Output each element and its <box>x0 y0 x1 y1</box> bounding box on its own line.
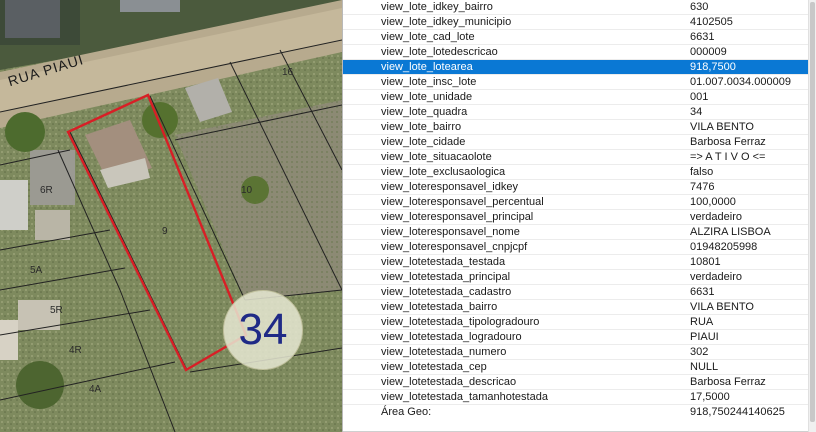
attribute-value: 7476 <box>652 179 809 195</box>
attribute-row[interactable]: view_lotetestada_logradouro PIAUI <box>343 329 809 345</box>
attribute-value: 10801 <box>652 254 809 270</box>
attribute-row[interactable]: view_lotetestada_testada 10801 <box>343 254 809 270</box>
attribute-value: 4102505 <box>652 14 809 30</box>
attribute-key: Área Geo: <box>381 406 432 418</box>
attribute-row[interactable]: view_lotetestada_cadastro 6631 <box>343 284 809 300</box>
attribute-value: 17,5000 <box>652 389 809 405</box>
attribute-row[interactable]: view_lote_cad_lote 6631 <box>343 29 809 45</box>
attribute-value: verdadeiro <box>652 269 809 285</box>
attribute-row[interactable]: view_lote_insc_lote 01.007.0034.000009 <box>343 74 809 90</box>
attribute-row[interactable]: view_lote_lotearea 918,7500 <box>343 59 809 75</box>
attribute-value: 34 <box>652 104 809 120</box>
attribute-value: VILA BENTO <box>652 119 809 135</box>
attribute-row[interactable]: view_loteresponsavel_nome ALZIRA LISBOA <box>343 224 809 240</box>
vertical-scrollbar[interactable] <box>808 0 816 432</box>
attribute-value: VILA BENTO <box>652 299 809 315</box>
map-canvas[interactable]: RUA PIAUI 16 6R 10 9 5A 5R 4R 4A 34 <box>0 0 342 432</box>
attribute-value: 01948205998 <box>652 239 809 255</box>
attribute-key: view_lote_lotedescricao <box>343 44 652 60</box>
attribute-key: view_loteresponsavel_nome <box>343 224 652 240</box>
lot-label: 5A <box>30 265 43 276</box>
attribute-key: view_lotetestada_bairro <box>343 299 652 315</box>
attribute-key: view_loteresponsavel_percentual <box>343 194 652 210</box>
attribute-value: 630 <box>652 0 809 15</box>
attribute-key: view_lotetestada_principal <box>343 269 652 285</box>
attribute-key: view_lote_quadra <box>343 104 652 120</box>
attribute-row[interactable]: view_lotetestada_bairro VILA BENTO <box>343 299 809 315</box>
attribute-row[interactable]: view_lote_idkey_municipio 4102505 <box>343 14 809 30</box>
attribute-row[interactable]: view_lotetestada_cep NULL <box>343 359 809 375</box>
attribute-key: view_lotetestada_numero <box>343 344 652 360</box>
attribute-value: => A T I V O <= <box>652 149 809 165</box>
lot-label: 10 <box>241 185 253 196</box>
attribute-value: 918,750244140625 <box>690 406 785 418</box>
attribute-row[interactable]: view_lote_cidade Barbosa Ferraz <box>343 134 809 150</box>
attribute-row[interactable]: view_lote_idkey_bairro 630 <box>343 0 809 15</box>
attribute-value: 918,7500 <box>652 59 809 75</box>
attribute-key: view_lote_cad_lote <box>343 29 652 45</box>
attribute-key: view_lote_bairro <box>343 119 652 135</box>
attribute-value: 302 <box>652 344 809 360</box>
scrollbar-thumb[interactable] <box>810 2 815 422</box>
attribute-row[interactable]: view_lote_exclusaologica falso <box>343 164 809 180</box>
attribute-key: view_lotetestada_logradouro <box>343 329 652 345</box>
quadra-number-badge: 34 <box>223 290 303 370</box>
attribute-key: view_lote_insc_lote <box>343 74 652 90</box>
attribute-key: view_lote_exclusaologica <box>343 164 652 180</box>
attribute-row[interactable]: view_lotetestada_descricao Barbosa Ferraz <box>343 374 809 390</box>
attribute-key: view_loteresponsavel_idkey <box>343 179 652 195</box>
attribute-row[interactable]: view_loteresponsavel_cnpjcpf 01948205998 <box>343 239 809 255</box>
attribute-row[interactable]: view_lote_quadra 34 <box>343 104 809 120</box>
lot-label: 5R <box>50 305 63 316</box>
attribute-value: 100,0000 <box>652 194 809 210</box>
lot-label: 16 <box>282 67 294 78</box>
attribute-value: RUA <box>652 314 809 330</box>
attribute-key: view_lotetestada_cadastro <box>343 284 652 300</box>
lot-label: 6R <box>40 185 53 196</box>
attribute-key: view_lote_idkey_bairro <box>343 0 652 15</box>
attribute-row[interactable]: view_lotetestada_tamanhotestada 17,5000 <box>343 389 809 405</box>
attribute-row[interactable]: view_lote_unidade 001 <box>343 89 809 105</box>
attribute-value: 6631 <box>652 284 809 300</box>
attribute-key: view_loteresponsavel_cnpjcpf <box>343 239 652 255</box>
attribute-key: view_lotetestada_cep <box>343 359 652 375</box>
lot-label: 4A <box>89 384 102 395</box>
attribute-row[interactable]: view_loteresponsavel_idkey 7476 <box>343 179 809 195</box>
attribute-row[interactable]: view_lotetestada_principal verdadeiro <box>343 269 809 285</box>
attribute-value: Barbosa Ferraz <box>652 374 809 390</box>
attribute-row[interactable]: view_lote_bairro VILA BENTO <box>343 119 809 135</box>
attribute-value: ALZIRA LISBOA <box>652 224 809 240</box>
attribute-key: view_lote_lotearea <box>343 59 652 75</box>
attribute-row[interactable]: view_lote_situacaolote => A T I V O <= <box>343 149 809 165</box>
attribute-value: 01.007.0034.000009 <box>652 74 809 90</box>
attribute-value: Barbosa Ferraz <box>652 134 809 150</box>
attribute-row[interactable]: view_loteresponsavel_percentual 100,0000 <box>343 194 809 210</box>
attribute-key: view_lotetestada_tamanhotestada <box>343 389 652 405</box>
attribute-value: NULL <box>652 359 809 375</box>
lot-label: 4R <box>69 345 82 356</box>
attribute-value: PIAUI <box>652 329 809 345</box>
attribute-row[interactable]: view_lotetestada_numero 302 <box>343 344 809 360</box>
attribute-value: verdadeiro <box>652 209 809 225</box>
attribute-key: view_lotetestada_testada <box>343 254 652 270</box>
attribute-table-body: view_lote_idkey_bairro 630 view_lote_idkey… <box>343 0 809 419</box>
attribute-row[interactable]: view_lotetestada_tipologradouro RUA <box>343 314 809 330</box>
attribute-row[interactable]: Área Geo: 918,750244140625 <box>343 405 809 420</box>
attribute-key: view_lote_idkey_municipio <box>343 14 652 30</box>
attribute-value: falso <box>652 164 809 180</box>
attribute-value: 000009 <box>652 44 809 60</box>
attribute-key: view_lote_cidade <box>343 134 652 150</box>
attribute-value: 001 <box>652 89 809 105</box>
attribute-row[interactable]: view_lote_lotedescricao 000009 <box>343 44 809 60</box>
attribute-table: view_lote_idkey_bairro 630 view_lote_idkey… <box>343 0 809 419</box>
attribute-key: view_loteresponsavel_principal <box>343 209 652 225</box>
attribute-key: view_lotetestada_tipologradouro <box>343 314 652 330</box>
lot-label: 9 <box>162 226 168 237</box>
attribute-key: view_lote_situacaolote <box>343 149 652 165</box>
attribute-value: 6631 <box>652 29 809 45</box>
attribute-key: view_lote_unidade <box>343 89 652 105</box>
attribute-panel: view_lote_idkey_bairro 630 view_lote_idkey… <box>343 0 816 432</box>
attribute-row[interactable]: view_loteresponsavel_principal verdadeiro <box>343 209 809 225</box>
attribute-key: view_lotetestada_descricao <box>343 374 652 390</box>
